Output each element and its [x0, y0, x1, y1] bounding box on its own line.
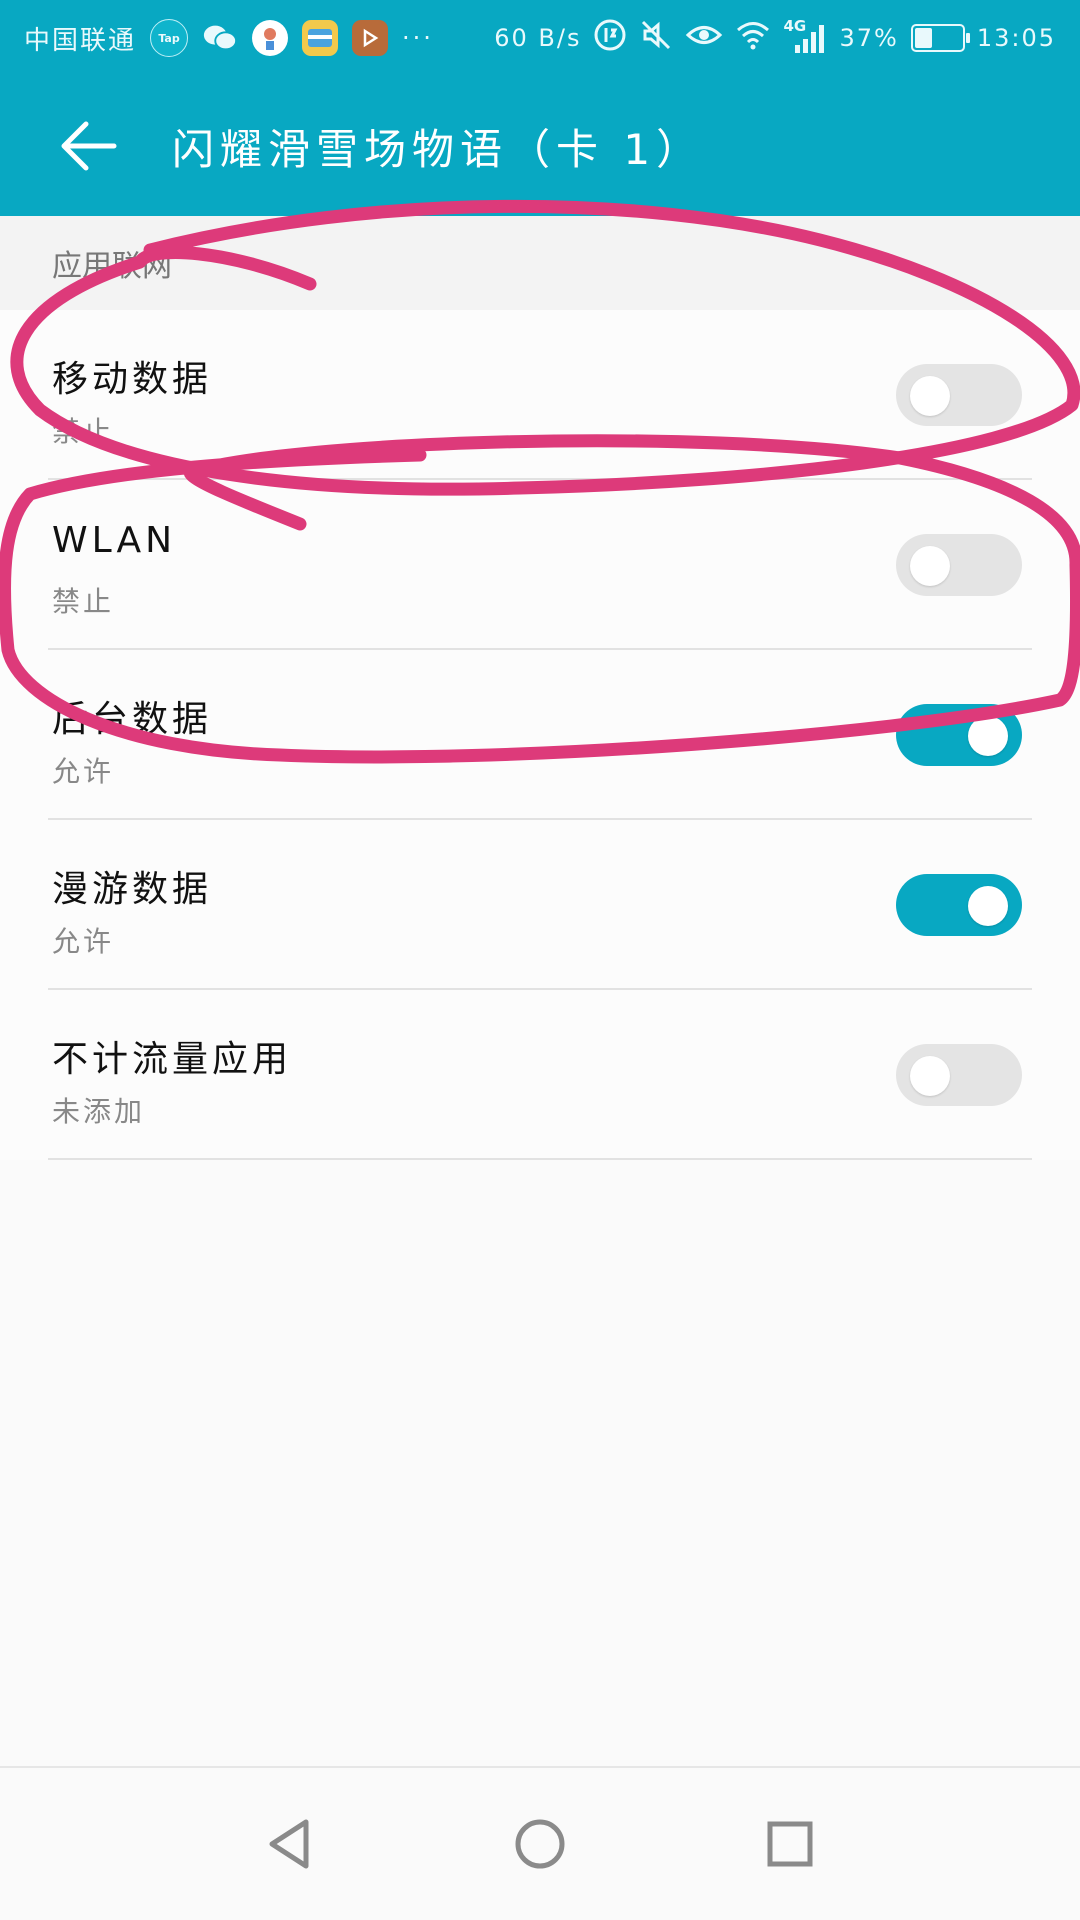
setting-title: 移动数据	[52, 359, 213, 400]
avatar-app-icon	[252, 20, 289, 56]
carrier-label: 中国联通	[24, 25, 137, 56]
setting-status: 允许	[52, 925, 115, 958]
setting-status: 禁止	[52, 415, 115, 448]
status-left: 中国联通 Tap ···	[24, 19, 434, 57]
unmetered-apps-toggle[interactable]	[896, 1044, 1022, 1106]
toggle-knob	[968, 886, 1008, 926]
battery-icon	[910, 24, 970, 52]
clock: 13:05	[976, 24, 1056, 52]
more-notifications-icon: ···	[402, 24, 434, 52]
status-bar: 中国联通 Tap ··· 60 B/s 4G 37% 13:05	[0, 0, 1080, 76]
wifi-icon	[735, 20, 771, 57]
setting-row-wlan[interactable]: WLAN 禁止	[0, 480, 1080, 650]
setting-title: 不计流量应用	[52, 1039, 293, 1080]
battery-fill	[914, 28, 932, 48]
settings-list: 移动数据 禁止 WLAN 禁止 后台数据 允许 漫游数据 允许 不计流量应用 未…	[0, 310, 1080, 1160]
setting-row-mobile-data[interactable]: 移动数据 禁止	[0, 310, 1080, 480]
toggle-knob	[910, 1056, 950, 1096]
setting-title: 后台数据	[52, 699, 213, 740]
cellular-signal-icon: 4G	[783, 17, 827, 55]
back-button[interactable]	[28, 86, 148, 206]
background-data-toggle[interactable]	[896, 704, 1022, 766]
triangle-back-icon	[269, 1819, 309, 1869]
wechat-icon	[202, 20, 238, 56]
wlan-toggle[interactable]	[896, 534, 1022, 596]
data-saver-icon	[593, 18, 627, 59]
setting-title: 漫游数据	[52, 869, 213, 910]
status-right: 60 B/s 4G 37% 13:05	[494, 17, 1056, 59]
nav-home-button[interactable]	[500, 1804, 580, 1884]
nav-back-button[interactable]	[250, 1804, 330, 1884]
battery-percent: 37%	[839, 24, 899, 52]
setting-row-background-data[interactable]: 后台数据 允许	[0, 650, 1080, 820]
setting-title: WLAN	[52, 520, 177, 561]
circle-home-icon	[515, 1819, 565, 1869]
square-recent-icon	[767, 1821, 813, 1867]
setting-status: 未添加	[52, 1095, 146, 1128]
wallet-app-icon	[302, 20, 339, 56]
arrow-left-icon	[61, 121, 117, 171]
nav-recent-button[interactable]	[750, 1804, 830, 1884]
roaming-data-toggle[interactable]	[896, 874, 1022, 936]
app-bar: 闪耀滑雪场物语（卡 1）	[0, 76, 1080, 216]
setting-status: 禁止	[52, 585, 115, 618]
eye-comfort-icon	[685, 20, 723, 57]
page-title: 闪耀滑雪场物语（卡 1）	[172, 124, 705, 174]
toggle-knob	[910, 546, 950, 586]
toggle-knob	[968, 716, 1008, 756]
tap-app-icon: Tap	[150, 19, 189, 57]
video-app-icon	[352, 20, 389, 56]
mute-icon	[639, 18, 673, 59]
net-speed: 60 B/s	[494, 24, 582, 52]
setting-row-roaming-data[interactable]: 漫游数据 允许	[0, 820, 1080, 990]
mobile-data-toggle[interactable]	[896, 364, 1022, 426]
system-nav-bar	[0, 1766, 1080, 1920]
setting-row-unmetered-apps[interactable]: 不计流量应用 未添加	[0, 990, 1080, 1160]
toggle-knob	[910, 376, 950, 416]
setting-status: 允许	[52, 755, 115, 788]
section-header: 应用联网	[0, 216, 1080, 310]
